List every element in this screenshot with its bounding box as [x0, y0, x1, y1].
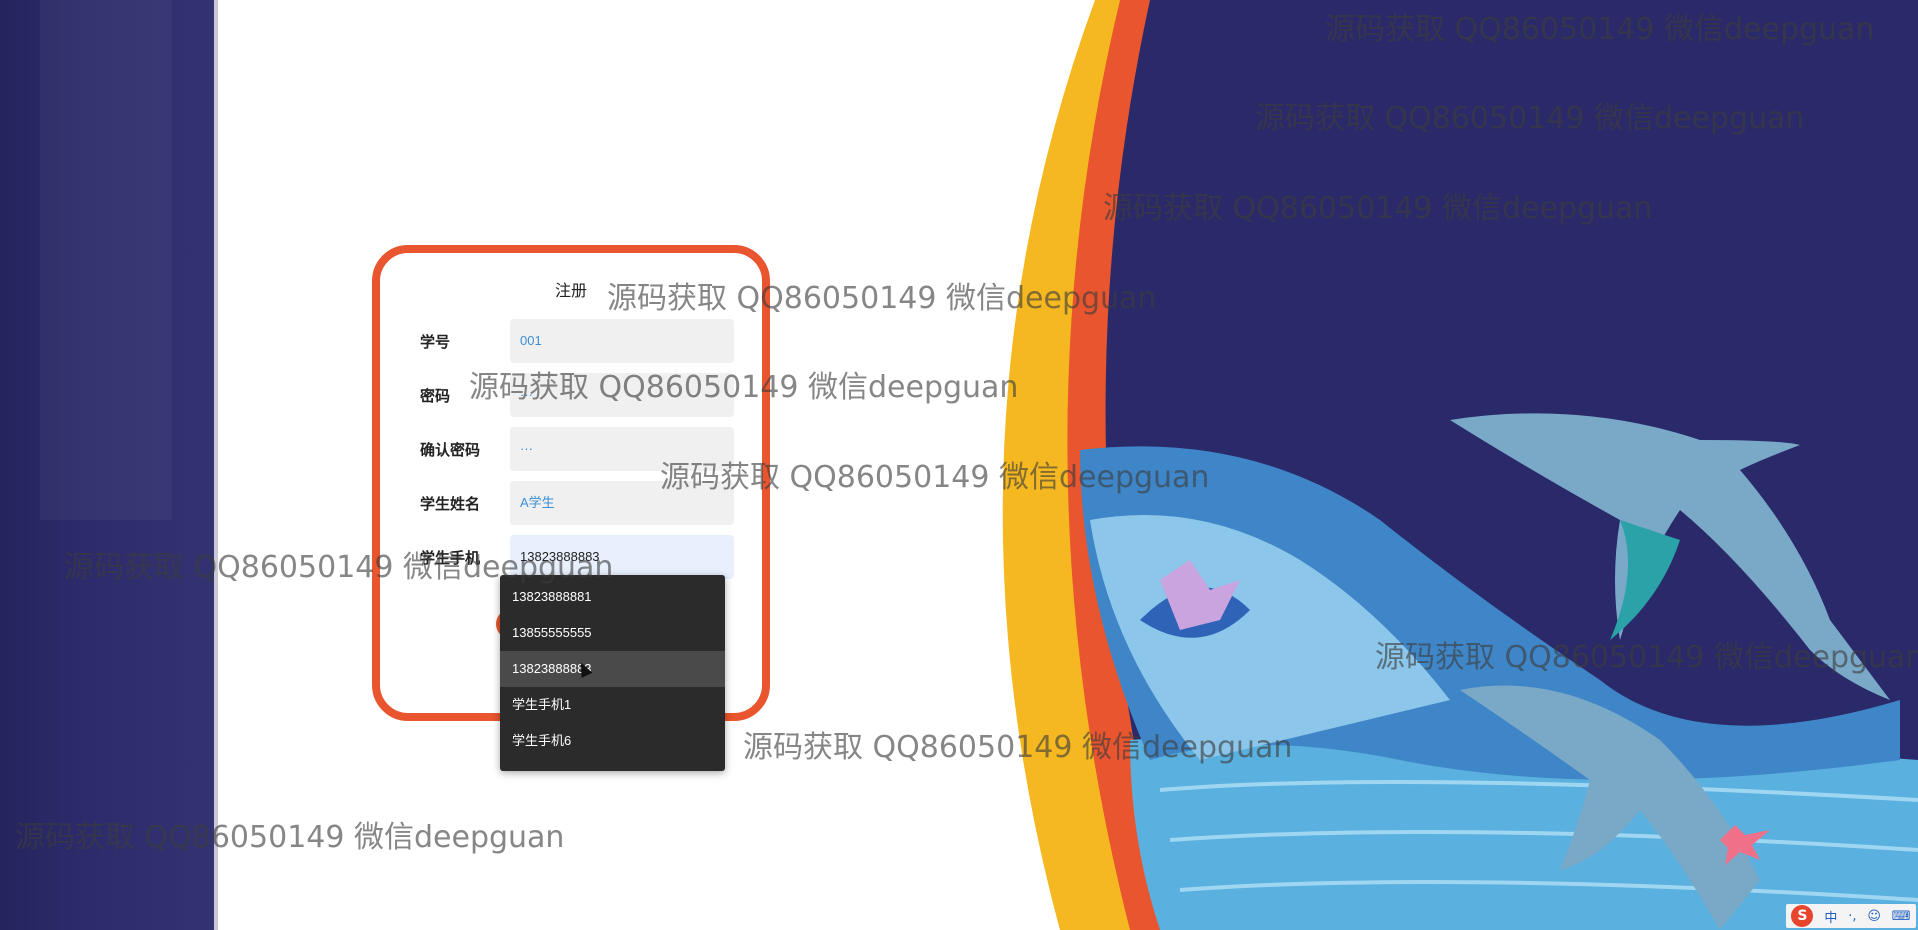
watermark: 源码获取 QQ86050149 微信deepguan — [1103, 191, 1653, 226]
watermark: 源码获取 QQ86050149 微信deepguan — [743, 730, 1293, 765]
student-name-label: 学生姓名 — [420, 495, 481, 513]
confirm-password-label: 确认密码 — [420, 441, 481, 459]
student-id-row: 学号 001 — [420, 319, 740, 363]
watermark: 源码获取 QQ86050149 微信deepguan — [1255, 101, 1805, 136]
autocomplete-option[interactable]: 13855555555 — [500, 615, 725, 651]
watermark: 源码获取 QQ86050149 微信deepguan — [1325, 12, 1875, 47]
watermark: 源码获取 QQ86050149 微信deepguan — [1375, 640, 1918, 675]
password-label: 密码 — [420, 387, 451, 405]
watermark: 源码获取 QQ86050149 微信deepguan — [607, 281, 1157, 316]
autocomplete-option[interactable]: 学生手机1 — [500, 687, 725, 723]
watermark: 源码获取 QQ86050149 微信deepguan — [660, 460, 1210, 495]
smile-icon[interactable]: ☺ — [1867, 909, 1881, 924]
watermark: 源码获取 QQ86050149 微信deepguan — [64, 550, 614, 585]
watermark: 源码获取 QQ86050149 微信deepguan — [469, 370, 1019, 405]
left-sidebar-strip — [0, 0, 218, 930]
ime-punct-toggle[interactable]: ·, — [1848, 909, 1856, 924]
autocomplete-option-hovered[interactable]: 13823888883 — [500, 651, 725, 687]
watermark: 源码获取 QQ86050149 微信deepguan — [15, 820, 565, 855]
ime-toolbar: S 中 ·, ☺ ⌨ — [1786, 904, 1916, 928]
student-id-label: 学号 — [420, 333, 451, 351]
sidebar-panel — [40, 0, 172, 520]
autocomplete-option[interactable]: 学生手机6 — [500, 723, 725, 759]
keyboard-icon[interactable]: ⌨ — [1892, 909, 1911, 924]
sogou-logo-icon[interactable]: S — [1791, 905, 1814, 927]
student-id-input[interactable]: 001 — [510, 319, 734, 363]
ime-mode-toggle[interactable]: 中 — [1824, 907, 1837, 926]
phone-autocomplete-dropdown: 13823888881 13855555555 13823888883 学生手机… — [500, 575, 725, 771]
